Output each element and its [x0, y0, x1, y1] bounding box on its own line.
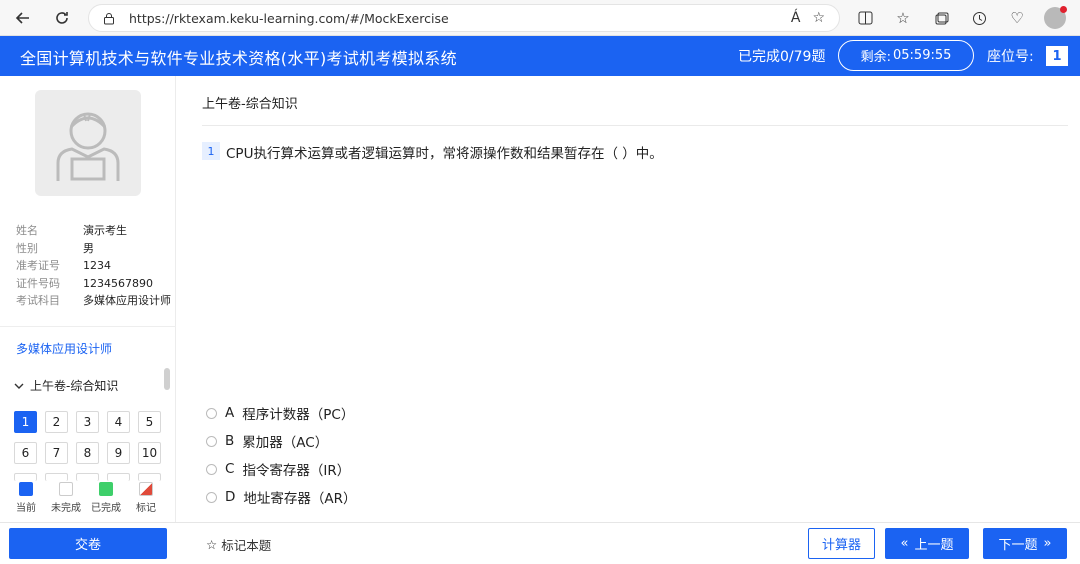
- radio-button[interactable]: [206, 491, 217, 503]
- collections-icon[interactable]: [928, 6, 954, 30]
- timer-label: 剩余:: [860, 50, 891, 65]
- legend-unfinished: 未完成: [50, 482, 82, 522]
- question-button[interactable]: 8: [76, 442, 99, 464]
- calculator-button[interactable]: 计算器: [808, 528, 875, 559]
- section-title: 上午卷-综合知识: [202, 97, 298, 112]
- radio-button[interactable]: [206, 407, 217, 419]
- option-b[interactable]: B 累加器（AC）: [206, 427, 357, 455]
- next-question-button[interactable]: 下一题 »: [983, 528, 1067, 559]
- next-label: 下一题: [998, 538, 1038, 553]
- option-letter: B: [225, 433, 235, 449]
- option-letter: A: [225, 405, 235, 421]
- option-letter: C: [225, 461, 235, 477]
- candidate-info: 姓名 演示考生 性别 男 准考证号 1234 证件号码 1234567890 考…: [16, 222, 171, 310]
- favorite-star-icon[interactable]: ☆: [812, 10, 825, 26]
- submit-exam-button[interactable]: 交卷: [9, 528, 167, 559]
- double-chevron-left-icon: «: [900, 536, 909, 551]
- radio-button[interactable]: [206, 435, 217, 447]
- browser-toolbar: https://rktexam.keku-learning.com/#/Mock…: [0, 0, 1080, 36]
- mark-question-button[interactable]: ☆ 标记本题: [206, 535, 271, 554]
- question-text: CPU执行算术运算或者逻辑运算时，常将源操作数和结果暂存在（ ）中。: [226, 146, 663, 162]
- question-number-badge: 1: [202, 142, 220, 160]
- prev-label: 上一题: [914, 538, 954, 553]
- previous-question-button[interactable]: « 上一题: [885, 528, 969, 559]
- option-letter: D: [225, 489, 236, 505]
- legend-swatch: [99, 482, 113, 496]
- question-button[interactable]: 7: [45, 442, 68, 464]
- seat-label: 座位号:: [987, 49, 1034, 65]
- legend-swatch: [139, 482, 153, 496]
- chevron-down-icon: [14, 383, 24, 389]
- legend-finished: 已完成: [90, 482, 122, 522]
- question-button[interactable]: [76, 473, 99, 481]
- question-button[interactable]: 9: [107, 442, 130, 464]
- option-c[interactable]: C 指令寄存器（IR）: [206, 455, 357, 483]
- candidate-avatar: [35, 90, 141, 196]
- sidebar-scrollbar[interactable]: [164, 368, 170, 390]
- section-label: 上午卷-综合知识: [30, 379, 119, 393]
- legend-swatch: [19, 482, 33, 496]
- back-icon[interactable]: [8, 3, 38, 33]
- answer-options: A 程序计数器（PC） B 累加器（AC） C 指令寄存器（IR） D 地址寄存…: [206, 399, 357, 511]
- question-button[interactable]: 4: [107, 411, 130, 433]
- section-toggle[interactable]: 上午卷-综合知识: [14, 377, 118, 394]
- timer-value: 05:59:55: [893, 48, 952, 63]
- info-row-subject: 考试科目 多媒体应用设计师: [16, 294, 171, 307]
- app-header: 全国计算机技术与软件专业技术资格(水平)考试机考模拟系统 已完成0/79题 剩余…: [0, 36, 1080, 76]
- divider: [202, 125, 1068, 126]
- option-text: 地址寄存器（AR）: [243, 491, 357, 507]
- option-d[interactable]: D 地址寄存器（AR）: [206, 483, 357, 511]
- legend-swatch: [59, 482, 73, 496]
- read-aloud-icon[interactable]: Á: [791, 10, 801, 26]
- question-button[interactable]: 5: [138, 411, 161, 433]
- split-screen-icon[interactable]: [852, 6, 878, 30]
- person-icon: [56, 112, 120, 181]
- profile-avatar-icon[interactable]: [1042, 6, 1068, 30]
- question-button[interactable]: 3: [76, 411, 99, 433]
- question-button[interactable]: [14, 473, 37, 481]
- address-bar[interactable]: https://rktexam.keku-learning.com/#/Mock…: [88, 4, 840, 32]
- question-grid: 1 2 3 4 5 6 7 8 9 10: [14, 411, 161, 481]
- timer: 剩余: 05:59:55: [838, 40, 974, 71]
- question-button[interactable]: 2: [45, 411, 68, 433]
- favorites-icon[interactable]: ☆: [890, 6, 916, 30]
- info-row-id-no: 证件号码 1234567890: [16, 276, 153, 290]
- progress-counter: 已完成0/79题: [738, 49, 826, 65]
- question-button[interactable]: [138, 473, 161, 481]
- option-a[interactable]: A 程序计数器（PC）: [206, 399, 357, 427]
- sidebar: 姓名 演示考生 性别 男 准考证号 1234 证件号码 1234567890 考…: [0, 76, 176, 522]
- lock-icon: [103, 12, 119, 25]
- star-icon: ☆: [206, 537, 218, 552]
- question-button[interactable]: [45, 473, 68, 481]
- legend-current: 当前: [10, 482, 42, 522]
- divider: [0, 326, 176, 327]
- seat-number: 1: [1046, 46, 1068, 66]
- info-row-gender: 性别 男: [16, 241, 94, 255]
- option-text: 指令寄存器（IR）: [242, 463, 351, 479]
- question-button[interactable]: 6: [14, 442, 37, 464]
- option-text: 累加器（AC）: [242, 435, 329, 451]
- mark-label: 标记本题: [221, 538, 272, 553]
- status-legend: 当前 未完成 已完成 标记: [10, 482, 170, 522]
- question-button[interactable]: [107, 473, 130, 481]
- radio-button[interactable]: [206, 463, 217, 475]
- browser-essentials-icon[interactable]: ♡: [1004, 6, 1030, 30]
- info-row-admission-no: 准考证号 1234: [16, 259, 111, 272]
- question-button[interactable]: 10: [138, 442, 161, 464]
- question-panel: 上午卷-综合知识 1 CPU执行算术运算或者逻辑运算时，常将源操作数和结果暂存在…: [176, 76, 1080, 522]
- legend-marked: 标记: [130, 482, 162, 522]
- url-text: https://rktexam.keku-learning.com/#/Mock…: [129, 10, 449, 26]
- question-button[interactable]: 1: [14, 411, 37, 433]
- bottom-toolbar: 交卷 ☆ 标记本题 计算器 « 上一题 下一题 »: [0, 522, 1080, 564]
- refresh-icon[interactable]: [47, 3, 77, 33]
- history-icon[interactable]: [966, 6, 992, 30]
- page-title: 全国计算机技术与软件专业技术资格(水平)考试机考模拟系统: [20, 49, 457, 68]
- double-chevron-right-icon: »: [1043, 536, 1052, 551]
- subject-link[interactable]: 多媒体应用设计师: [16, 340, 112, 357]
- option-text: 程序计数器（PC）: [242, 407, 355, 423]
- info-row-name: 姓名 演示考生: [16, 224, 127, 237]
